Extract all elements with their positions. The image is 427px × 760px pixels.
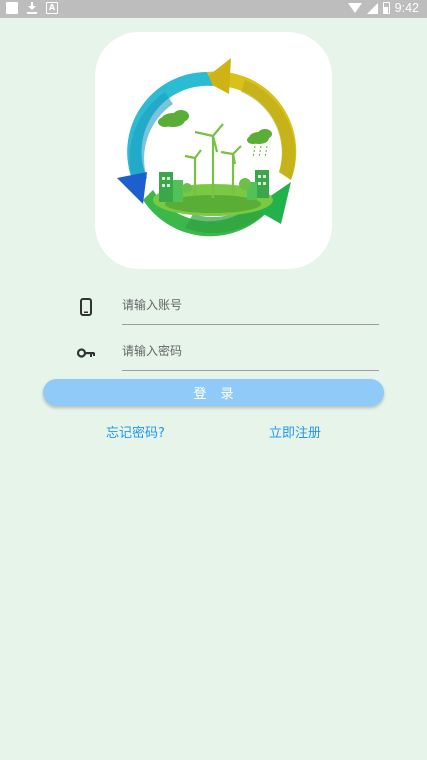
- register-link[interactable]: 立即注册: [269, 422, 321, 441]
- a-icon: A: [46, 2, 58, 14]
- signal-icon: [366, 2, 378, 14]
- account-underline: [122, 324, 379, 325]
- password-underline: [122, 370, 379, 371]
- notification-square-icon: [6, 2, 18, 14]
- status-bar-left: A: [6, 2, 58, 14]
- account-field: [68, 285, 380, 325]
- status-bar: A 9:42: [0, 0, 427, 18]
- password-input[interactable]: [122, 335, 379, 367]
- status-time: 9:42: [394, 1, 419, 15]
- key-icon: [76, 348, 95, 358]
- login-button[interactable]: 登录: [43, 379, 384, 406]
- account-input[interactable]: [122, 289, 379, 321]
- battery-icon: [382, 2, 390, 14]
- status-bar-right: 9:42: [347, 1, 419, 15]
- app-logo-card: [95, 32, 332, 269]
- phone-icon: [80, 298, 92, 316]
- password-field: [68, 331, 380, 371]
- eco-recycle-city-logo: [117, 58, 297, 237]
- wifi-icon: [347, 2, 362, 14]
- download-icon: [26, 2, 38, 14]
- forgot-password-link[interactable]: 忘记密码?: [106, 422, 165, 441]
